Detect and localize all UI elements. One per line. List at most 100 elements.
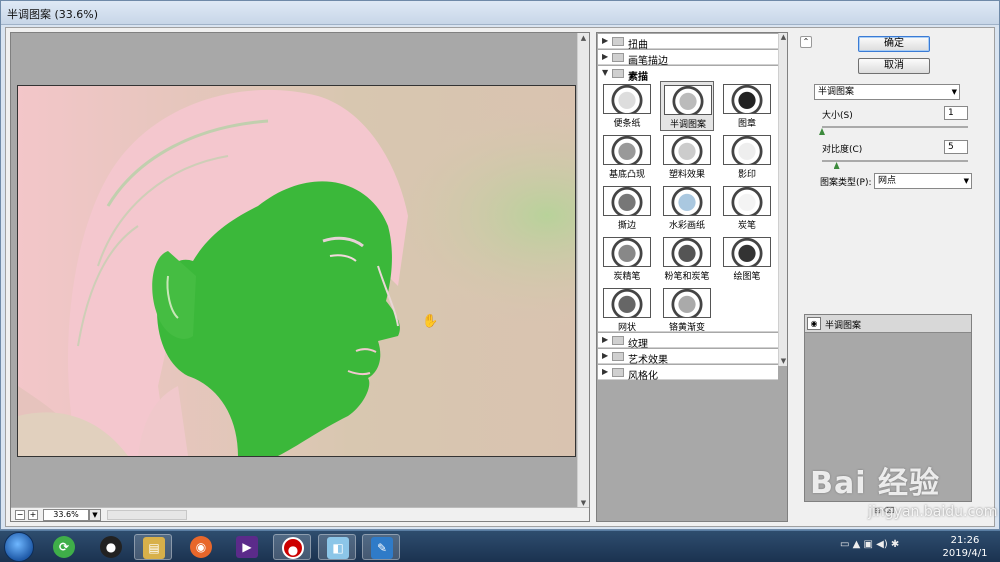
pattern-type-label: 图案类型(P):	[820, 178, 872, 188]
size-slider-knob[interactable]	[819, 128, 825, 135]
start-button[interactable]	[4, 532, 34, 562]
media-player-icon: ▶	[236, 536, 258, 558]
filter-thumbnail-label: 炭精笔	[613, 272, 641, 282]
app-window-icon: ◧	[327, 537, 349, 559]
preview-horizontal-scrollbar[interactable]	[107, 510, 187, 520]
eye-visibility-icon[interactable]: ◉	[807, 317, 821, 330]
contrast-slider[interactable]	[822, 160, 968, 162]
taskbar-app-qq[interactable]: ●	[92, 534, 130, 560]
app-360-icon: ⟳	[53, 536, 75, 558]
filter-thumbnail[interactable]: 影印	[720, 132, 774, 182]
scroll-up-arrow-icon[interactable]: ▲	[579, 34, 588, 43]
cancel-button[interactable]: 取消	[858, 58, 930, 74]
collapse-arrow-icon[interactable]: ▼	[602, 68, 608, 77]
preview-image[interactable]	[17, 85, 576, 457]
watermark-url: jingyan.baidu.com	[868, 504, 998, 520]
filter-preview-image	[663, 288, 711, 318]
effect-layer-name: 半调图案	[825, 321, 862, 331]
scroll-up-arrow-icon[interactable]: ▲	[779, 33, 788, 42]
zoom-in-button[interactable]: +	[28, 510, 38, 520]
title-bar[interactable]: 半调图案 (33.6%)	[1, 1, 999, 25]
taskbar: ⟳ ● ▤ ◉ ▶ ● ◧ ✎ ▭ ▲ ▣ ◀) ✱ 21:26 2019/4/…	[0, 530, 1000, 562]
pattern-type-select[interactable]: 网点 ▼	[874, 173, 972, 189]
folder-icon	[612, 53, 624, 62]
expand-arrow-icon: ▶	[602, 335, 609, 344]
filter-thumbnail-label: 半调图案	[669, 120, 706, 130]
taskbar-clock[interactable]: 21:26 2019/4/1	[940, 534, 990, 560]
size-slider[interactable]	[822, 126, 968, 128]
effect-layer-row[interactable]: ◉ 半调图案	[805, 315, 971, 333]
category-texture[interactable]: ▶ 纹理	[598, 333, 778, 350]
filter-thumbnail[interactable]: 铬黄渐变	[660, 285, 714, 335]
zoom-dropdown-icon[interactable]: ▼	[89, 509, 101, 521]
record-icon: ●	[282, 537, 304, 559]
filter-preview-image	[723, 186, 771, 216]
filter-preview-image	[723, 237, 771, 267]
filter-thumbnail-label: 铬黄渐变	[668, 323, 705, 333]
folder-open-icon	[612, 69, 624, 78]
system-tray-icons[interactable]: ▭ ▲ ▣ ◀) ✱	[840, 539, 899, 550]
ok-button[interactable]: 确定	[858, 36, 930, 52]
filter-thumbnail[interactable]: 塑料效果	[660, 132, 714, 182]
contrast-label: 对比度(C)	[822, 145, 863, 155]
category-stylize[interactable]: ▶ 风格化	[598, 365, 778, 382]
zoom-out-button[interactable]: −	[15, 510, 25, 520]
preview-status-bar: − + 33.6% ▼	[11, 507, 589, 521]
contrast-input[interactable]: 5	[944, 140, 968, 154]
gallery-scrollbar[interactable]: ▲ ▼	[778, 33, 787, 366]
chevron-down-icon: ▼	[963, 177, 969, 185]
filter-preview-image	[663, 135, 711, 165]
filter-thumbnail-label: 水彩画纸	[668, 221, 705, 231]
dialog-client: ✋ ▲ ▼ − + 33.6% ▼ ▶ 扭曲 ▶ 画笔描边 ▼ 素描 便条纸 半…	[5, 27, 995, 527]
filter-thumbnail-label: 网状	[617, 323, 636, 333]
filter-thumbnail-label: 影印	[737, 170, 756, 180]
filter-thumbnail-label: 图章	[737, 119, 756, 129]
chevron-down-icon: ▼	[951, 88, 957, 96]
filter-settings: 半调图案 ▼ 大小(S) 1 对比度(C) 5 图案类型(P): 网点 ▼	[804, 80, 972, 300]
filter-preview-image	[663, 186, 711, 216]
filter-thumbnail-label: 粉笔和炭笔	[664, 272, 710, 282]
filter-select[interactable]: 半调图案 ▼	[814, 84, 960, 100]
category-distort[interactable]: ▶ 扭曲	[598, 34, 778, 51]
taskbar-app-glass[interactable]: ◧	[318, 534, 356, 560]
folder-icon	[612, 368, 624, 377]
taskbar-app-recorder[interactable]: ●	[273, 534, 311, 560]
scroll-down-arrow-icon[interactable]: ▼	[779, 357, 788, 366]
size-input[interactable]: 1	[944, 106, 968, 120]
filter-thumbnail[interactable]: 图章	[720, 81, 774, 131]
category-brush-strokes[interactable]: ▶ 画笔描边	[598, 50, 778, 67]
filter-thumbnail[interactable]: 撕边	[600, 183, 654, 233]
taskbar-app-360[interactable]: ⟳	[45, 534, 83, 560]
clock-date: 2019/4/1	[942, 548, 988, 559]
watermark-brand: Bai 经验	[810, 466, 940, 501]
taskbar-app-photoshop[interactable]: ✎	[362, 534, 400, 560]
folder-icon: ▤	[143, 537, 165, 559]
filter-preview-image	[603, 135, 651, 165]
filter-thumbnail-label: 便条纸	[613, 119, 641, 129]
contrast-slider-knob[interactable]	[833, 162, 840, 169]
filter-thumbnail[interactable]: 炭精笔	[600, 234, 654, 284]
filter-thumbnail[interactable]: 基底凸现	[600, 132, 654, 182]
zoom-level[interactable]: 33.6%	[43, 509, 89, 521]
firefox-icon: ◉	[190, 536, 212, 558]
collapse-gallery-icon[interactable]: ⌃	[800, 36, 812, 48]
taskbar-app-media[interactable]: ▶	[228, 534, 266, 560]
filter-thumbnail[interactable]: 水彩画纸	[660, 183, 714, 233]
filter-thumbnail-label: 炭笔	[737, 221, 756, 231]
preview-pane[interactable]: ✋ ▲ ▼ − + 33.6% ▼	[10, 32, 590, 522]
taskbar-app-explorer[interactable]: ▤	[134, 534, 172, 560]
category-artistic[interactable]: ▶ 艺术效果	[598, 349, 778, 366]
filter-thumbnail[interactable]: 网状	[600, 285, 654, 335]
filter-thumbnail-label: 基底凸现	[608, 170, 645, 180]
taskbar-app-firefox[interactable]: ◉	[182, 534, 220, 560]
filter-preview-image	[603, 84, 651, 114]
preview-vertical-scrollbar[interactable]: ▲ ▼	[577, 33, 589, 509]
folder-icon	[612, 336, 624, 345]
filter-thumbnail[interactable]: 便条纸	[600, 81, 654, 131]
window-title: 半调图案 (33.6%)	[7, 8, 99, 21]
filter-thumbnail[interactable]: 绘图笔	[720, 234, 774, 284]
filter-thumbnail[interactable]: 炭笔	[720, 183, 774, 233]
filter-preview-image	[663, 237, 711, 267]
filter-thumbnail[interactable]: 粉笔和炭笔	[660, 234, 714, 284]
filter-thumbnail[interactable]: 半调图案	[660, 81, 714, 131]
